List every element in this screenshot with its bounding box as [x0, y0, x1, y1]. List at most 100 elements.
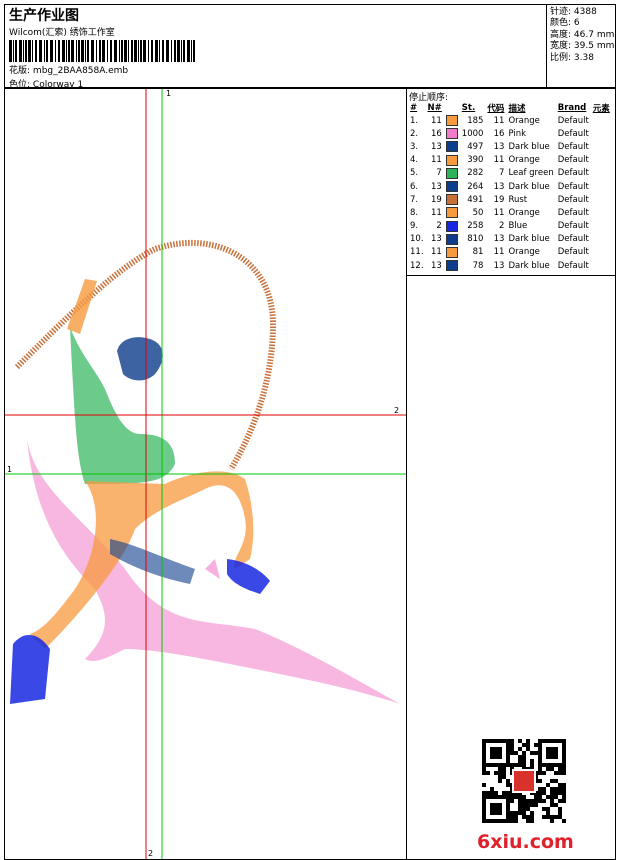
row-swatch — [444, 246, 460, 259]
row-swatch — [444, 154, 460, 167]
row-description: Dark blue — [508, 141, 550, 152]
row-index: 12. — [410, 260, 424, 271]
row-stitches: 264 — [467, 181, 484, 192]
row-needle: 13 — [430, 141, 442, 152]
row-description: Orange — [508, 207, 540, 218]
table-row: 3. 13 497 13 Dark blue Default — [408, 140, 612, 153]
row-swatch — [444, 140, 460, 153]
row-index: 8. — [410, 207, 419, 218]
row-index: 3. — [410, 141, 419, 152]
stop-sequence-panel: 停止顺序: # N# St. 代码 描述 Brand 元素 1. 11 185 11 O… — [406, 88, 616, 860]
row-description: Orange — [508, 155, 540, 166]
row-swatch — [444, 193, 460, 206]
row-code: 13 — [493, 260, 505, 271]
row-needle: 11 — [430, 115, 442, 126]
row-needle: 11 — [430, 247, 442, 258]
row-stitches: 390 — [467, 155, 484, 166]
axis-label-bottom: 2 — [148, 849, 154, 858]
col-index: # — [410, 103, 418, 113]
row-code: 19 — [493, 194, 505, 205]
row-brand: Default — [557, 194, 589, 205]
row-code: 13 — [493, 181, 505, 192]
row-element — [591, 220, 612, 233]
row-description: Orange — [508, 115, 540, 126]
row-code: 16 — [493, 128, 505, 139]
qr-code-icon — [482, 739, 566, 823]
color-swatch-icon — [445, 207, 458, 219]
stat-colors: 颜色: 6 — [550, 18, 580, 29]
color-swatch-icon — [445, 246, 458, 258]
color-swatch-icon — [445, 181, 458, 193]
color-swatch-icon — [445, 115, 458, 127]
row-element — [591, 167, 612, 180]
row-brand: Default — [557, 207, 589, 218]
row-element — [591, 114, 612, 127]
rider-arm — [67, 279, 97, 334]
rider-head-icon — [117, 337, 163, 381]
row-element — [591, 140, 612, 153]
row-brand: Default — [557, 155, 589, 166]
row-description: Pink — [508, 128, 527, 139]
row-swatch — [444, 220, 460, 233]
design-canvas: 1 2 1 2 — [4, 88, 407, 860]
row-needle: 11 — [430, 207, 442, 218]
row-code: 11 — [493, 207, 505, 218]
row-needle: 16 — [430, 128, 442, 139]
row-index: 6. — [410, 181, 419, 192]
table-row: 7. 19 491 19 Rust Default — [408, 193, 612, 206]
color-swatch-icon — [445, 141, 458, 153]
row-description: Dark blue — [508, 181, 550, 192]
stop-sequence-box: 停止顺序: # N# St. 代码 描述 Brand 元素 1. 11 185 11 O… — [407, 89, 615, 276]
design-file: mbg_2BAA858A.emb — [32, 66, 129, 76]
row-needle: 2 — [436, 221, 442, 232]
row-brand: Default — [557, 221, 589, 232]
row-stitches: 810 — [467, 234, 484, 245]
color-swatch-icon — [445, 260, 458, 272]
row-stitches: 78 — [472, 260, 484, 271]
row-element — [591, 127, 612, 140]
boot-left-icon — [10, 634, 50, 704]
stop-sequence-table: # N# St. 代码 描述 Brand 元素 1. 11 185 11 Orange D… — [408, 102, 612, 272]
row-brand: Default — [557, 141, 589, 152]
row-code: 13 — [493, 234, 505, 245]
row-code: 2 — [499, 221, 505, 232]
row-swatch — [444, 233, 460, 246]
row-swatch — [444, 127, 460, 140]
row-stitches: 1000 — [461, 128, 484, 139]
row-description: Rust — [508, 194, 528, 205]
row-swatch — [444, 206, 460, 219]
table-header-row: # N# St. 代码 描述 Brand 元素 — [408, 102, 612, 114]
row-index: 10. — [410, 234, 424, 245]
row-index: 11. — [410, 247, 424, 258]
barcode-icon — [9, 40, 195, 62]
col-swatch — [444, 102, 460, 114]
row-index: 7. — [410, 194, 419, 205]
row-index: 4. — [410, 155, 419, 166]
table-row: 11. 11 81 11 Orange Default — [408, 246, 612, 259]
row-stitches: 81 — [472, 247, 484, 258]
row-element — [591, 233, 612, 246]
row-index: 1. — [410, 115, 419, 126]
color-swatch-icon — [445, 167, 458, 179]
row-index: 5. — [410, 168, 419, 179]
row-stitches: 50 — [472, 207, 484, 218]
row-brand: Default — [557, 128, 589, 139]
row-stitches: 258 — [467, 221, 484, 232]
col-needle: N# — [427, 103, 442, 113]
row-stitches: 491 — [467, 194, 484, 205]
embroidery-design — [5, 89, 406, 859]
col-description: 描述 — [508, 104, 526, 114]
color-swatch-icon — [445, 154, 458, 166]
axis-label-top: 1 — [166, 89, 172, 98]
row-needle: 19 — [430, 194, 442, 205]
row-code: 13 — [493, 141, 505, 152]
color-swatch-icon — [445, 194, 458, 206]
row-swatch — [444, 180, 460, 193]
row-index: 9. — [410, 221, 419, 232]
table-row: 12. 13 78 13 Dark blue Default — [408, 259, 612, 272]
row-stitches: 497 — [467, 141, 484, 152]
col-stitches: St. — [461, 103, 476, 113]
row-description: Orange — [508, 247, 540, 258]
row-brand: Default — [557, 168, 589, 179]
row-index: 2. — [410, 128, 419, 139]
